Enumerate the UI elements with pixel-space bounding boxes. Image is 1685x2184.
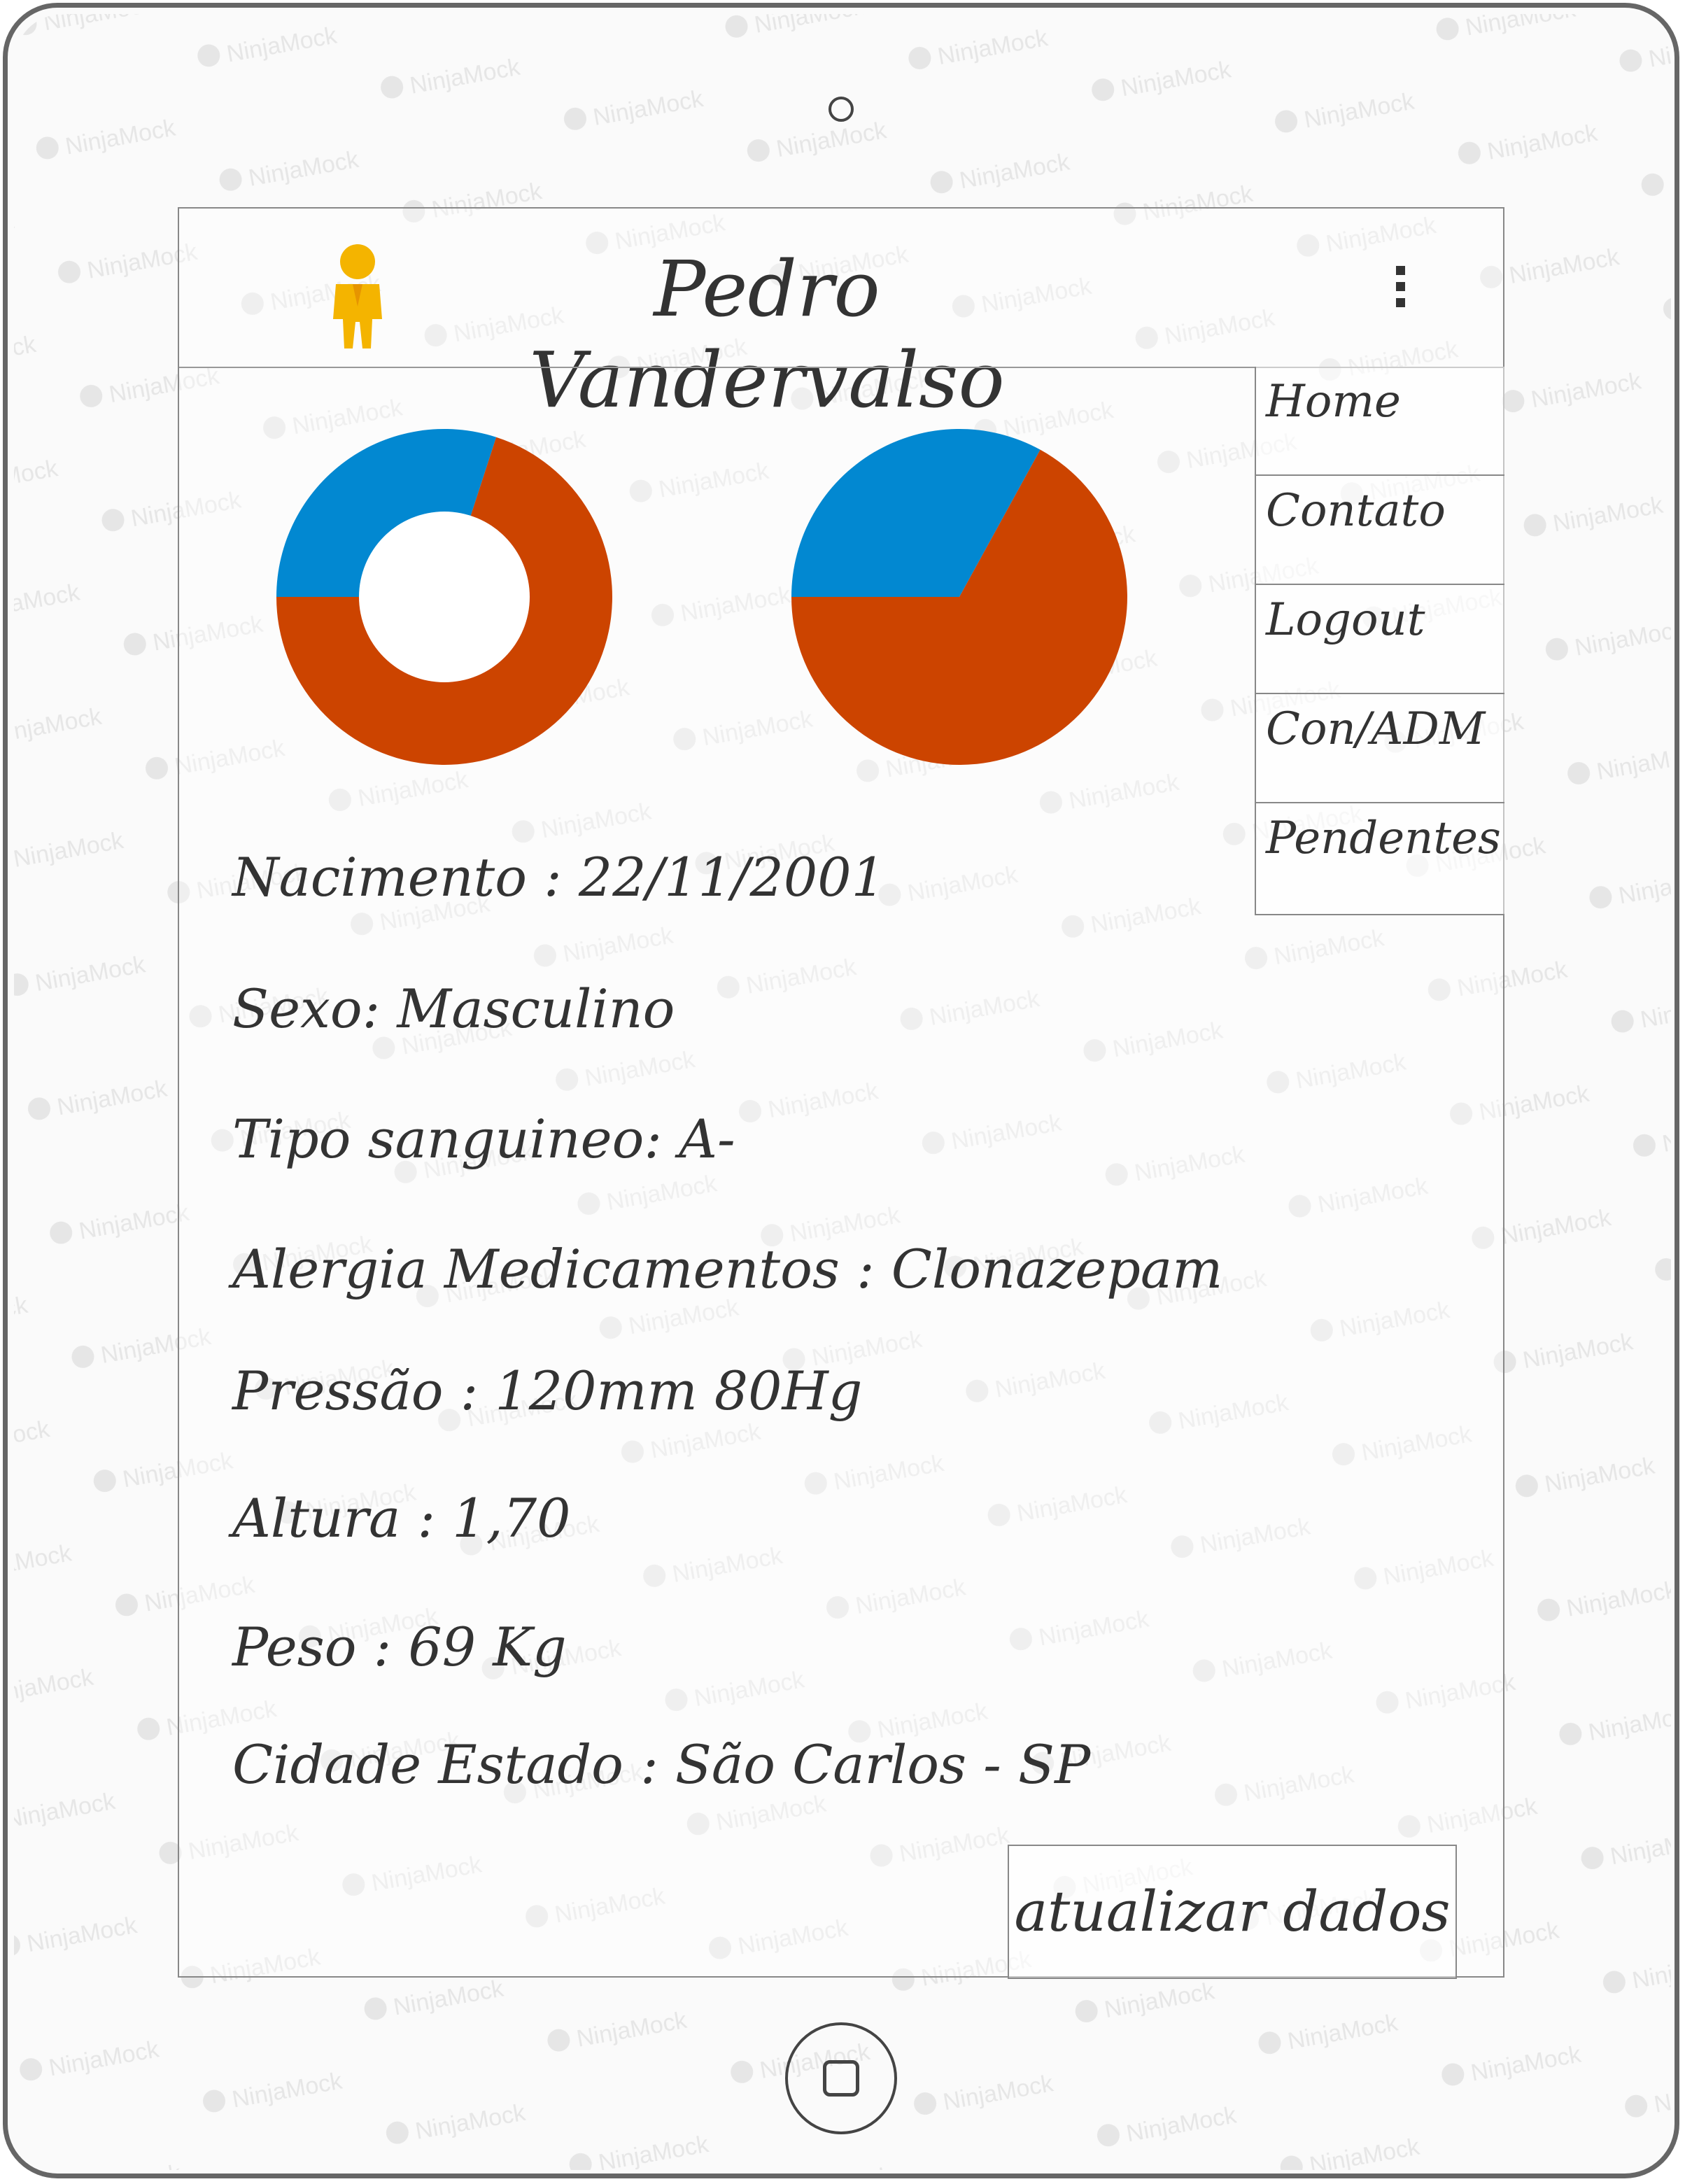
donut-hole	[359, 512, 530, 682]
menu-item-contato[interactable]: Contato	[1256, 476, 1504, 585]
menu-item-con-adm[interactable]: Con/ADM	[1256, 694, 1504, 803]
menu-item-home[interactable]: Home	[1256, 367, 1504, 476]
pie-chart	[791, 429, 1127, 765]
profile-allergy: Alergia Medicamentos : Clonazepam	[232, 1238, 1223, 1300]
person-icon	[333, 244, 382, 348]
profile-sex: Sexo: Masculino	[232, 978, 675, 1040]
menu-item-pendentes[interactable]: Pendentes	[1256, 803, 1504, 913]
profile-weight: Peso : 69 Kg	[232, 1616, 567, 1678]
update-data-button[interactable]: atualizar dados	[1008, 1845, 1457, 1979]
profile-blood-type: Tipo sanguineo: A-	[232, 1108, 735, 1170]
profile-birthdate: Nacimento : 22/11/2001	[232, 846, 885, 908]
camera-icon	[829, 97, 854, 122]
profile-blood-pressure: Pressão : 120mm 80Hg	[232, 1360, 863, 1422]
kebab-menu-icon[interactable]	[1383, 266, 1418, 322]
profile-height: Altura : 1,70	[232, 1487, 571, 1549]
home-button-icon[interactable]	[785, 2022, 897, 2134]
page-title: Pedro Vandervalso	[529, 244, 1005, 425]
dropdown-menu: Home Contato Logout Con/ADM Pendentes	[1255, 367, 1504, 915]
profile-city-state: Cidade Estado : São Carlos - SP	[232, 1733, 1091, 1796]
app-screen: Pedro Vandervalso Nacimento : 22/11/2001…	[178, 207, 1504, 1979]
menu-item-logout[interactable]: Logout	[1256, 585, 1504, 694]
donut-chart	[276, 429, 612, 765]
